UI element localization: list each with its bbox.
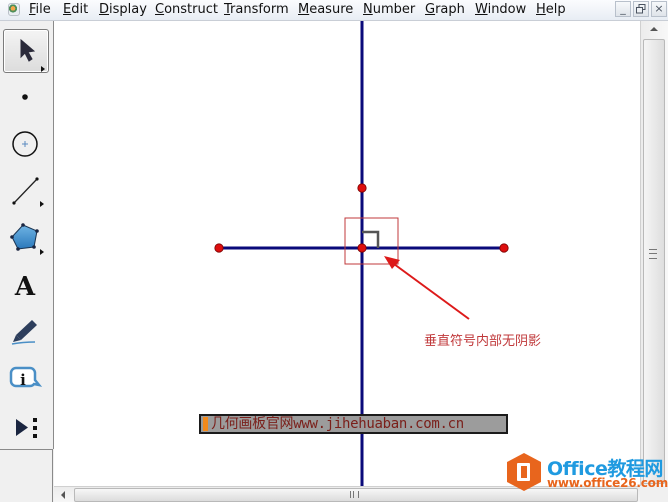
- toolbox-empty-area: [0, 449, 53, 502]
- menu-number[interactable]: Number: [363, 2, 415, 18]
- menu-number-mnemonic: N: [363, 2, 373, 17]
- grip-icon: [649, 249, 657, 259]
- vertical-scrollbar[interactable]: [640, 21, 668, 486]
- menu-transform[interactable]: Transform: [224, 2, 289, 18]
- scroll-up-arrow-icon[interactable]: [650, 27, 658, 31]
- menu-measure-mnemonic: M: [298, 2, 310, 17]
- site-logo: Office教程网 www.office26.com: [505, 452, 668, 492]
- point-tool[interactable]: [3, 75, 49, 119]
- submenu-triangle-icon: [41, 66, 45, 72]
- segment-endpoint-right[interactable]: [499, 243, 509, 253]
- circle-icon: [12, 131, 38, 157]
- information-tool[interactable]: i: [3, 357, 49, 401]
- menu-display[interactable]: Display: [99, 2, 147, 18]
- menu-display-label: isplay: [109, 2, 147, 17]
- logo-url-text: www.office26.com: [547, 476, 668, 490]
- scroll-left-arrow-icon[interactable]: [61, 491, 65, 499]
- menu-transform-label: ransform: [230, 2, 289, 17]
- menu-help-label: elp: [545, 2, 566, 17]
- close-icon: ×: [654, 2, 664, 15]
- menu-file[interactable]: File: [29, 2, 51, 18]
- text-tool[interactable]: A: [3, 264, 49, 308]
- foot-of-perpendicular[interactable]: [357, 243, 367, 253]
- menu-graph[interactable]: Graph: [425, 2, 465, 18]
- highlight-box: [344, 217, 399, 265]
- menu-file-label: ile: [35, 2, 51, 17]
- compass-tool[interactable]: [3, 122, 49, 166]
- polygon-tool[interactable]: [3, 216, 49, 260]
- watermark-text: 几何画板官网www.jihehuaban.com.cn: [211, 416, 464, 432]
- restore-icon: [636, 4, 646, 17]
- menu-window[interactable]: Window: [475, 2, 526, 18]
- arrow-icon: [20, 38, 45, 72]
- menu-construct[interactable]: Construct: [155, 2, 218, 18]
- menu-edit[interactable]: Edit: [63, 2, 88, 18]
- caption-accent: [203, 417, 208, 431]
- office-logo-icon: [507, 453, 541, 491]
- watermark-caption: 几何画板官网www.jihehuaban.com.cn: [199, 414, 508, 434]
- menu-measure-label: easure: [309, 2, 354, 17]
- custom-tools-icon: [16, 418, 37, 438]
- grip-icon: [350, 491, 359, 498]
- menu-graph-mnemonic: G: [425, 2, 436, 17]
- point-icon: [22, 94, 28, 100]
- menu-window-label: indow: [487, 2, 527, 17]
- info-bubble-icon: i: [9, 366, 43, 389]
- menu-window-mnemonic: W: [475, 2, 488, 17]
- straightedge-tool[interactable]: [3, 168, 49, 212]
- svg-text:A: A: [14, 272, 36, 302]
- restore-button[interactable]: [633, 1, 649, 17]
- close-button[interactable]: ×: [651, 1, 667, 17]
- menu-graph-label: raph: [435, 2, 465, 17]
- app-icon[interactable]: [8, 3, 20, 16]
- menu-measure[interactable]: Measure: [298, 2, 353, 18]
- marker-pen-icon: [11, 320, 37, 345]
- menu-help[interactable]: Help: [536, 2, 566, 18]
- annotation-arrow: [393, 263, 470, 320]
- segment-icon: [12, 177, 44, 207]
- custom-tool[interactable]: [3, 405, 49, 449]
- menu-help-mnemonic: H: [536, 2, 546, 17]
- menu-edit-mnemonic: E: [63, 2, 72, 17]
- arrow-selection-tool[interactable]: [3, 29, 49, 73]
- minimize-button[interactable]: _: [615, 1, 631, 17]
- menu-construct-label: onstruct: [164, 2, 218, 17]
- pentagon-icon: [10, 223, 44, 255]
- point-on-perpendicular[interactable]: [357, 183, 367, 193]
- segment-endpoint-left[interactable]: [214, 243, 224, 253]
- annotation-text: 垂直符号内部无阴影: [424, 334, 542, 349]
- menu-edit-label: dit: [71, 2, 89, 17]
- menu-display-mnemonic: D: [99, 2, 110, 17]
- menu-construct-mnemonic: C: [155, 2, 165, 17]
- menu-bar: File Edit Display Construct Transform Me…: [0, 0, 668, 21]
- marker-tool[interactable]: [3, 309, 49, 353]
- menu-number-label: umber: [372, 2, 416, 17]
- vertical-scroll-thumb[interactable]: [643, 39, 665, 484]
- toolbox: A i: [0, 21, 54, 449]
- svg-text:i: i: [20, 371, 26, 389]
- text-A-icon: A: [14, 272, 36, 302]
- minimize-icon: _: [620, 2, 626, 15]
